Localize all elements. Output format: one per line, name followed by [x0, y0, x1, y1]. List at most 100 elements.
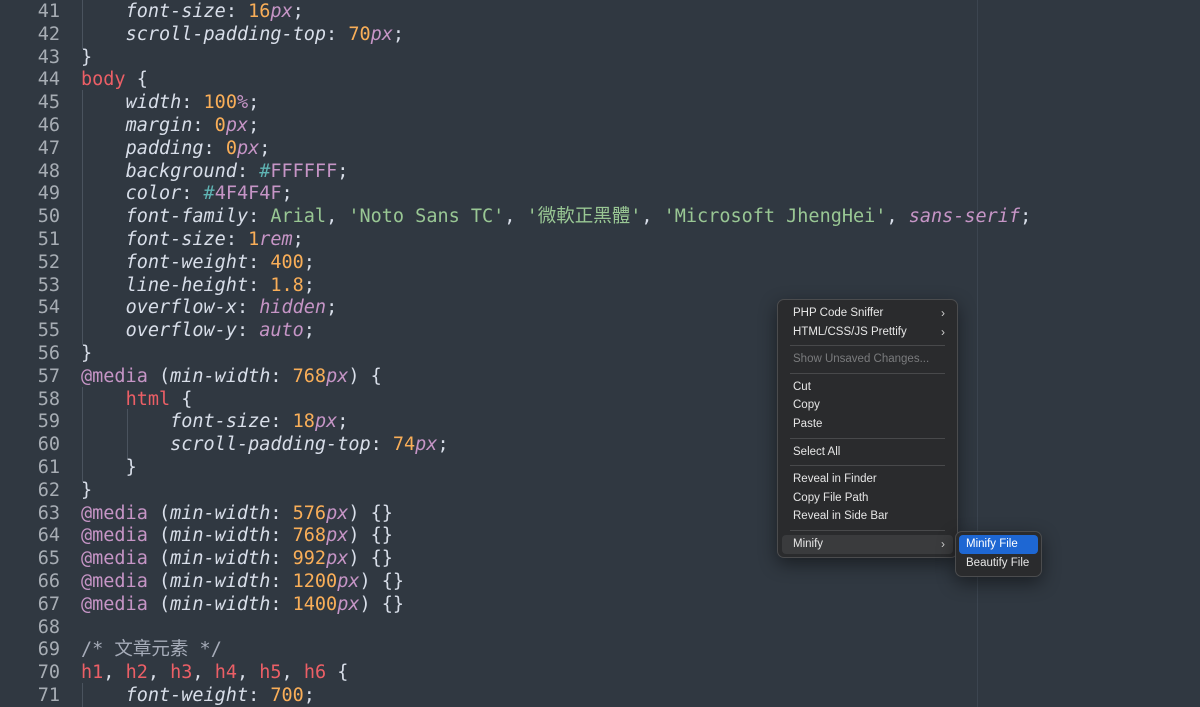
line-number: 50: [37, 206, 60, 228]
code-token: line-height: [125, 274, 249, 296]
menu-item-cut[interactable]: Cut: [782, 378, 953, 397]
code-token: ,: [326, 206, 349, 228]
code-token: auto: [259, 320, 304, 342]
code-token: @media: [81, 571, 148, 592]
code-token: 768: [292, 525, 327, 547]
code-token: 400: [270, 251, 304, 273]
code-token: :: [181, 183, 204, 205]
line-number: 47: [37, 137, 60, 159]
line-code: font-family: Arial, 'Noto Sans TC', '微軟正…: [81, 204, 1032, 231]
line-number: 42: [37, 23, 60, 45]
line-code: scroll-padding-top: 74px;: [81, 432, 449, 459]
code-token: font-size: [125, 1, 226, 22]
menu-item-paste[interactable]: Paste: [782, 415, 953, 434]
menu-item-reveal-in-finder[interactable]: Reveal in Finder: [782, 470, 953, 489]
code-token: ;: [437, 434, 449, 456]
line-code: }: [81, 343, 92, 366]
menu-item-copy[interactable]: Copy: [782, 396, 953, 415]
code-token: @media: [81, 365, 148, 387]
code-line: 67 @media (min-width: 1400px) {}: [0, 594, 1200, 617]
code-token: h6: [303, 662, 327, 684]
code-line: 54 overflow-x: hidden;: [0, 295, 1200, 322]
line-code: scroll-padding-top: 70px;: [81, 21, 404, 49]
chevron-right-icon: ›: [941, 536, 945, 551]
indent-guide: [81, 432, 126, 459]
code-token: :: [181, 92, 204, 114]
menu-item-php-code-sniffer[interactable]: PHP Code Sniffer ›: [782, 304, 953, 323]
code-editor[interactable]: 41 font-size: 16px; 42 scroll-padding-top…: [0, 0, 1200, 707]
code-token: }: [81, 343, 93, 364]
menu-item-label: PHP Code Sniffer: [793, 307, 884, 319]
code-token: background: [125, 160, 237, 182]
code-token: 768: [292, 365, 327, 387]
menu-item-label: Minify File: [966, 538, 1018, 550]
menu-item-minify[interactable]: Minify ›: [782, 534, 953, 554]
code-token: ;: [248, 92, 260, 114]
line-code: background: #FFFFFF;: [81, 158, 348, 186]
line-code: /* 文章元素 */: [81, 639, 222, 662]
line-code: @media (min-width: 768px) {}: [81, 525, 393, 548]
code-token: px: [270, 1, 293, 22]
code-token: :: [236, 320, 260, 342]
line-number: 48: [37, 160, 60, 182]
line-code: @media (min-width: 768px) {: [81, 366, 382, 389]
code-token: :: [225, 1, 249, 22]
code-token: (: [147, 502, 171, 524]
menu-item-reveal-in-side-bar[interactable]: Reveal in Side Bar: [782, 507, 953, 526]
code-token: '微軟正黑體': [526, 206, 642, 228]
menu-separator: [790, 345, 945, 347]
code-line: 63 @media (min-width: 576px) {}: [0, 503, 1200, 526]
code-token: (: [147, 525, 171, 547]
line-number: 68: [37, 616, 60, 638]
code-token: html: [125, 388, 171, 410]
indent-guide: [81, 455, 126, 482]
line-number: 49: [37, 183, 60, 205]
code-line: 58 html {: [0, 386, 1200, 414]
code-token: @media: [81, 548, 148, 570]
code-token: @media: [81, 525, 148, 547]
context-menu: PHP Code Sniffer › HTML/CSS/JS Prettify › Sh…: [777, 299, 958, 558]
code-token: px: [337, 593, 360, 615]
line-number: 70: [37, 662, 60, 684]
code-token: px: [337, 571, 360, 592]
menu-item-label: HTML/CSS/JS Prettify: [793, 325, 907, 338]
submenu-item-beautify-file[interactable]: Beautify File: [959, 554, 1038, 573]
indent-guide: [81, 295, 126, 322]
line-number: 45: [37, 92, 60, 114]
line-code: overflow-y: auto;: [81, 318, 315, 345]
code-token: px: [314, 411, 338, 433]
submenu-item-minify-file[interactable]: Minify File: [959, 535, 1038, 554]
menu-item-select-all[interactable]: Select All: [782, 443, 953, 462]
indent-guide: [81, 21, 126, 49]
menu-item-prettify[interactable]: HTML/CSS/JS Prettify ›: [782, 323, 953, 342]
code-token: ;: [1020, 206, 1032, 228]
code-token: 70: [348, 23, 371, 45]
code-token: :: [270, 411, 293, 433]
line-number: 64: [37, 525, 60, 547]
line-code: }: [81, 480, 92, 503]
code-token: :: [236, 160, 260, 182]
line-number: 66: [37, 571, 60, 592]
code-line: 49 color: #4F4F4F;: [0, 181, 1200, 208]
code-token: @media: [81, 502, 148, 524]
code-token: ;: [303, 274, 315, 296]
code-token: %: [236, 92, 249, 114]
indent-guide: [81, 249, 126, 277]
line-code: line-height: 1.8;: [81, 272, 315, 300]
code-line: 44 body {: [0, 69, 1200, 92]
indent-guide: [81, 318, 126, 345]
code-token: px: [236, 137, 260, 159]
code-token: ) {}: [348, 525, 393, 547]
line-number: 53: [37, 274, 60, 296]
line-code: html {: [81, 386, 192, 414]
line-code: margin: 0px;: [81, 113, 259, 140]
line-number: 67: [37, 593, 60, 615]
code-token: font-weight: [125, 685, 249, 706]
code-token: ) {}: [348, 548, 393, 570]
menu-item-copy-file-path[interactable]: Copy File Path: [782, 489, 953, 508]
code-line: 71 font-weight: 700;: [0, 683, 1200, 707]
code-token: ;: [292, 229, 304, 250]
code-token: scroll-padding-top: [170, 434, 371, 456]
code-token: }: [81, 479, 93, 501]
code-line: 69 /* 文章元素 */: [0, 639, 1200, 662]
